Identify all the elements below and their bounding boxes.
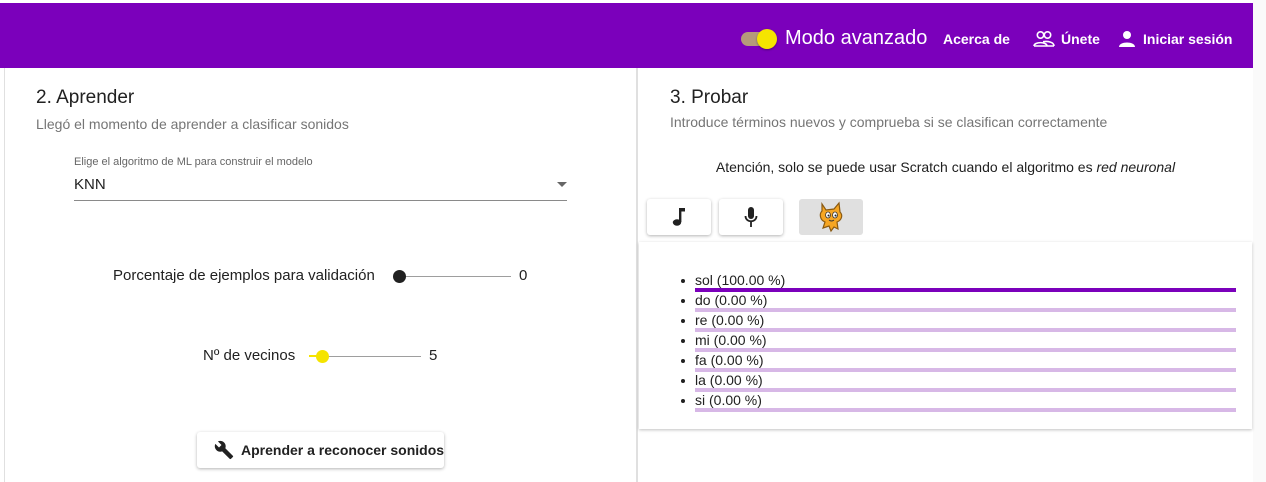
join-link[interactable]: Únete [1061,31,1100,47]
bullet-icon [681,319,685,323]
person-icon[interactable] [1117,29,1137,49]
result-label: mi (0.00 %) [695,332,767,348]
dropdown-arrow-icon [557,182,567,187]
result-item: mi (0.00 %) [681,332,1236,352]
result-label: do (0.00 %) [695,292,768,308]
bullet-icon [681,279,685,283]
neighbors-slider-value: 5 [429,347,438,364]
result-item: si (0.00 %) [681,392,1236,412]
algorithm-select-value: KNN [74,176,106,193]
result-item: la (0.00 %) [681,372,1236,392]
music-note-button[interactable] [647,199,711,235]
scratch-notice-text: Atención, solo se puede usar Scratch cua… [715,159,1097,175]
results-card: sol (100.00 %) do (0.00 %) re (0.00 %) mi (… [639,242,1252,429]
neighbors-slider-label: Nº de vecinos [203,347,296,364]
validation-slider-track[interactable] [399,276,511,277]
column-divider [636,68,638,482]
algorithm-select[interactable]: Elige el algoritmo de ML para construir … [74,154,567,201]
result-label: la (0.00 %) [695,372,763,388]
validation-slider-value: 0 [519,267,528,284]
wrench-icon [214,440,234,460]
train-button[interactable]: Aprender a reconocer sonidos [197,432,444,468]
result-item: re (0.00 %) [681,312,1236,332]
result-label: fa (0.00 %) [695,352,764,368]
learn-subtitle: Llegó el momento de aprender a clasifica… [36,116,349,132]
microphone-button[interactable] [719,199,783,235]
train-button-label: Aprender a reconocer sonidos [241,442,445,458]
confidence-bar [695,408,1236,412]
left-border [4,68,5,482]
result-item: sol (100.00 %) [681,272,1236,292]
bullet-icon [681,339,685,343]
algorithm-select-label: Elige el algoritmo de ML para construir … [74,156,313,168]
test-subtitle: Introduce términos nuevos y comprueba si… [670,114,1108,130]
validation-slider-thumb[interactable] [392,270,406,283]
page-scroll-gutter [1253,0,1266,482]
advanced-mode-toggle[interactable] [741,29,777,49]
result-item: do (0.00 %) [681,292,1236,312]
results-list: sol (100.00 %) do (0.00 %) re (0.00 %) mi (… [681,272,1236,412]
microphone-icon [744,207,758,227]
test-title: 3. Probar [670,87,749,108]
toggle-thumb [757,29,777,49]
result-label: sol (100.00 %) [695,272,786,288]
result-label: si (0.00 %) [695,392,762,408]
scratch-cat-icon [819,201,843,233]
login-link[interactable]: Iniciar sesión [1143,31,1232,47]
bullet-icon [681,399,685,403]
bullet-icon [681,379,685,383]
result-label: re (0.00 %) [695,312,765,328]
app-header: Modo avanzado Acerca de Únete Iniciar se… [0,3,1253,68]
people-icon[interactable] [1032,29,1056,49]
result-item: fa (0.00 %) [681,352,1236,372]
bullet-icon [681,299,685,303]
music-note-icon [672,208,685,226]
scratch-notice-emphasis: red neuronal [1096,159,1176,175]
advanced-mode-label: Modo avanzado [785,27,928,49]
scratch-notice: Atención, solo se puede usar Scratch cua… [638,159,1253,175]
learn-title: 2. Aprender [36,87,135,108]
validation-slider-label: Porcentaje de ejemplos para validación [113,267,375,284]
neighbors-slider-thumb[interactable] [315,350,329,363]
bullet-icon [681,359,685,363]
about-link[interactable]: Acerca de [943,31,1010,47]
scratch-button[interactable] [799,199,863,235]
